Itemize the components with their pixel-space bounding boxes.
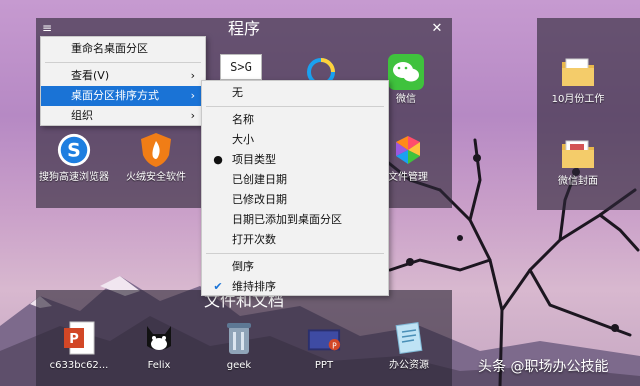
trash-can-icon [221, 320, 257, 356]
powerpoint-icon: P [61, 320, 97, 356]
sort-option-label: 项目类型 [232, 153, 276, 166]
desktop-icon-sg[interactable]: S>G [206, 54, 276, 80]
wechat-icon [388, 54, 424, 90]
fence-documents[interactable]: 文件和文档 P c633bc62... Felix geek P PPT 办公资… [36, 290, 452, 386]
menu-item-organize[interactable]: 组织 › [41, 106, 205, 126]
sort-option-label: 打开次数 [232, 233, 276, 246]
desktop-icon-ppt[interactable]: P PPT [289, 320, 359, 372]
desktop-icon-label: 搜狗高速浏览器 [39, 172, 109, 183]
sort-option-label: 名称 [232, 113, 254, 126]
sort-option-date-created[interactable]: 已创建日期 [202, 170, 388, 190]
fence-menu-icon[interactable]: ≡ [42, 22, 56, 36]
folder-icon [560, 136, 596, 172]
menu-item-label: 组织 [71, 109, 93, 122]
desktop-icon-felix[interactable]: Felix [124, 320, 194, 372]
sort-option-keep-sorted[interactable]: ✔ 维持排序 [202, 277, 388, 297]
menu-separator [206, 106, 384, 107]
sort-option-open-count[interactable]: 打开次数 [202, 230, 388, 250]
desktop-icon-office-resources[interactable]: 办公资源 [374, 320, 444, 372]
chevron-right-icon: › [190, 109, 195, 122]
sort-option-reverse[interactable]: 倒序 [202, 257, 388, 277]
desktop-icon-label: PPT [314, 360, 334, 371]
svg-text:S: S [67, 140, 81, 162]
sort-option-label: 日期已添加到桌面分区 [232, 213, 342, 226]
sort-option-size[interactable]: 大小 [202, 130, 388, 150]
cat-icon [141, 320, 177, 356]
sort-option-item-type[interactable]: ● 项目类型 [202, 150, 388, 170]
fence-right[interactable]: 10月份工作 微信封面 [537, 18, 640, 210]
sort-option-none[interactable]: 无 [202, 83, 388, 103]
checkmark-icon: ✔ [213, 280, 223, 293]
sort-option-label: 已修改日期 [232, 193, 287, 206]
menu-item-rename-fence[interactable]: 重命名桌面分区 [41, 39, 205, 59]
sogou-browser-icon: S [56, 132, 92, 168]
ppt-folder-icon: P [306, 320, 342, 356]
sort-option-label: 倒序 [232, 260, 254, 273]
desktop-icon-label: c633bc62... [49, 360, 109, 371]
chevron-right-icon: › [190, 89, 195, 102]
desktop-icon-label: 火绒安全软件 [126, 172, 186, 183]
sort-option-label: 大小 [232, 133, 254, 146]
file-manager-icon [390, 132, 426, 168]
menu-item-sort-fence-by[interactable]: 桌面分区排序方式 › [41, 86, 205, 106]
svg-text:P: P [332, 341, 337, 350]
desktop-icon-label: Felix [147, 360, 171, 371]
notepad-icon [391, 320, 427, 356]
desktop-icon-label: geek [226, 360, 252, 371]
desktop-icon-label: 微信封面 [558, 176, 598, 187]
close-icon[interactable]: ✕ [430, 22, 444, 36]
sg-text-tile-icon: S>G [220, 54, 262, 80]
desktop-icon-pptx-file[interactable]: P c633bc62... [44, 320, 114, 372]
desktop-icon-sogou-browser[interactable]: S 搜狗高速浏览器 [39, 132, 109, 184]
chevron-right-icon: › [190, 69, 195, 82]
desktop-icon-folder-wechat-cover[interactable]: 微信封面 [543, 136, 613, 188]
desktop-icon-label: 10月份工作 [551, 94, 605, 105]
menu-item-view[interactable]: 查看(V) › [41, 66, 205, 86]
radio-selected-icon: ● [213, 153, 223, 166]
huorong-security-icon [138, 132, 174, 168]
desktop-icon-folder-october[interactable]: 10月份工作 [543, 54, 613, 106]
svg-text:P: P [69, 332, 79, 347]
sort-submenu: 无 名称 大小 ● 项目类型 已创建日期 已修改日期 日期已添加到桌面分区 打开… [201, 80, 389, 296]
folder-icon [560, 54, 596, 90]
menu-item-label: 桌面分区排序方式 [71, 89, 159, 102]
menu-item-label: 查看(V) [71, 69, 110, 82]
sort-option-label: 维持排序 [232, 280, 276, 293]
desktop-icon-huorong[interactable]: 火绒安全软件 [121, 132, 191, 184]
desktop-icon-geek[interactable]: geek [204, 320, 274, 372]
menu-separator [206, 253, 384, 254]
menu-separator [45, 62, 201, 63]
sort-option-label: 已创建日期 [232, 173, 287, 186]
sort-option-date-modified[interactable]: 已修改日期 [202, 190, 388, 210]
sort-option-name[interactable]: 名称 [202, 110, 388, 130]
sort-option-date-added[interactable]: 日期已添加到桌面分区 [202, 210, 388, 230]
sort-option-label: 无 [232, 86, 243, 99]
menu-item-label: 重命名桌面分区 [71, 42, 148, 55]
watermark-text: 头条 @职场办公技能 [478, 359, 609, 375]
context-menu: 重命名桌面分区 查看(V) › 桌面分区排序方式 › 组织 › [40, 36, 206, 126]
desktop-icon-label: 办公资源 [389, 360, 429, 371]
